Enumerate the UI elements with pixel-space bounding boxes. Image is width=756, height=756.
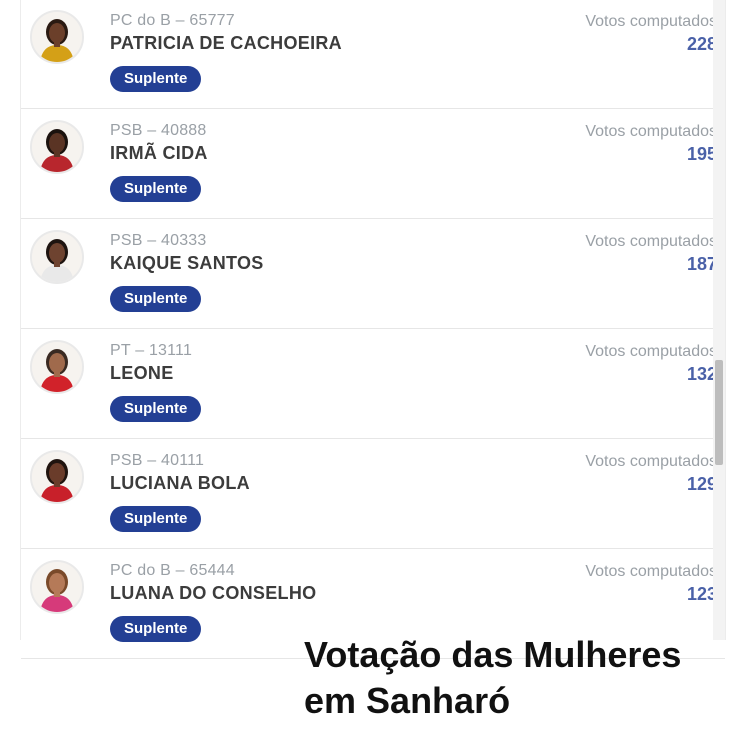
party-number: PC do B – 65444 bbox=[110, 562, 235, 579]
party-number: PSB – 40333 bbox=[110, 232, 207, 249]
status-badge: Suplente bbox=[110, 396, 202, 422]
candidate-name: LUCIANA BOLA bbox=[110, 473, 250, 493]
status-badge: Suplente bbox=[110, 176, 202, 202]
scrollbar[interactable] bbox=[713, 0, 725, 640]
votes-label: Votos computados bbox=[585, 453, 717, 470]
status-badge: Suplente bbox=[110, 286, 202, 312]
candidate-avatar bbox=[30, 120, 84, 174]
caption-line-1: Votação das Mulheres bbox=[304, 634, 682, 675]
candidate-name: LUANA DO CONSELHO bbox=[110, 583, 317, 603]
candidate-name: LEONE bbox=[110, 363, 174, 383]
votes-label: Votos computados bbox=[585, 343, 717, 360]
candidate-avatar bbox=[30, 340, 84, 394]
candidate-avatar bbox=[30, 560, 84, 614]
candidate-row[interactable]: PSB – 40333 KAIQUE SANTOS Suplente Votos co… bbox=[21, 220, 725, 329]
candidate-row[interactable]: PC do B – 65777 PATRICIA DE CACHOEIRA Supl… bbox=[21, 0, 725, 109]
candidate-name: KAIQUE SANTOS bbox=[110, 253, 264, 273]
candidate-row[interactable]: PSB – 40111 LUCIANA BOLA Suplente Votos com… bbox=[21, 440, 725, 549]
party-number: PC do B – 65777 bbox=[110, 12, 235, 29]
candidate-row[interactable]: PSB – 40888 IRMÃ CIDA Suplente Votos comput… bbox=[21, 110, 725, 219]
votes-label: Votos computados bbox=[585, 563, 717, 580]
caption-line-2: em Sanharó bbox=[304, 680, 511, 721]
votes-label: Votos computados bbox=[585, 233, 717, 250]
party-number: PSB – 40888 bbox=[110, 122, 207, 139]
party-number: PT – 13111 bbox=[110, 342, 193, 359]
candidate-list: PC do B – 65777 PATRICIA DE CACHOEIRA Supl… bbox=[20, 0, 726, 659]
scrollbar-thumb[interactable] bbox=[715, 360, 723, 465]
candidate-name: IRMÃ CIDA bbox=[110, 143, 208, 163]
status-badge: Suplente bbox=[110, 66, 202, 92]
candidate-row[interactable]: PT – 13111 LEONE Suplente Votos computados 1… bbox=[21, 330, 725, 439]
candidate-avatar bbox=[30, 450, 84, 504]
caption: Votação das Mulheres em Sanharó bbox=[304, 632, 724, 724]
status-badge: Suplente bbox=[110, 616, 202, 642]
votes-label: Votos computados bbox=[585, 123, 717, 140]
candidate-avatar bbox=[30, 10, 84, 64]
candidate-name: PATRICIA DE CACHOEIRA bbox=[110, 33, 342, 53]
status-badge: Suplente bbox=[110, 506, 202, 532]
candidate-avatar bbox=[30, 230, 84, 284]
votes-label: Votos computados bbox=[585, 13, 717, 30]
party-number: PSB – 40111 bbox=[110, 452, 205, 469]
